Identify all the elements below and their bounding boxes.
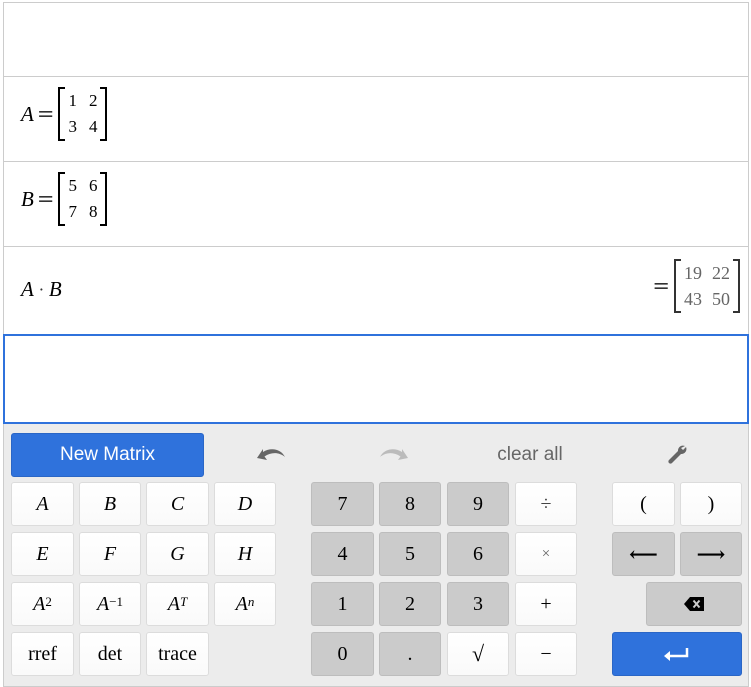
key-close-paren[interactable]: ) [680, 482, 742, 526]
key-9[interactable]: 9 [447, 482, 509, 526]
key-label: A [36, 492, 49, 515]
key-2[interactable]: 2 [379, 582, 441, 626]
active-expression-input[interactable] [3, 334, 749, 424]
expression-row-product[interactable]: A · B = 19 22 43 50 [4, 247, 748, 335]
matrix-cell: 4 [88, 117, 98, 136]
key-open-paren[interactable]: ( [612, 482, 675, 526]
key-label: H [237, 542, 253, 565]
expression-row-a[interactable]: A = 1 2 3 4 [4, 77, 748, 162]
new-matrix-button[interactable]: New Matrix [11, 433, 204, 477]
key-label: A [167, 592, 180, 615]
key-4[interactable]: 4 [311, 532, 374, 576]
redo-icon [380, 449, 408, 460]
key-matrix-f[interactable]: F [79, 532, 141, 576]
key-matrix-a[interactable]: A [11, 482, 74, 526]
matrix-cell: 7 [68, 202, 77, 221]
key-divide[interactable]: ÷ [515, 482, 577, 526]
key-0[interactable]: 0 [311, 632, 374, 676]
key-power-n[interactable]: An [214, 582, 276, 626]
key-times[interactable]: × [515, 532, 577, 576]
key-enter[interactable] [612, 632, 742, 676]
key-3[interactable]: 3 [447, 582, 509, 626]
matrix-cell: 5 [68, 176, 77, 195]
key-matrix-g[interactable]: G [146, 532, 209, 576]
clear-all-button[interactable]: clear all [484, 438, 576, 472]
arrow-right-icon: ⟶ [696, 543, 726, 566]
key-transpose[interactable]: AT [146, 582, 209, 626]
key-label: A [235, 592, 248, 615]
key-label: C [170, 492, 185, 515]
key-label: E [36, 542, 49, 565]
matrix-cell: 6 [88, 176, 98, 195]
key-rref[interactable]: rref [11, 632, 74, 676]
key-square[interactable]: A2 [11, 582, 74, 626]
wrench-icon [668, 445, 687, 464]
result-equals: = [652, 274, 670, 298]
key-label: A [96, 592, 110, 615]
key-5[interactable]: 5 [379, 532, 441, 576]
key-sqrt[interactable]: √ [447, 632, 509, 676]
matrix-cell: 19 [684, 263, 702, 283]
key-label: B [103, 492, 117, 515]
key-6[interactable]: 6 [447, 532, 509, 576]
matrix-cell: 1 [68, 91, 77, 110]
matrix-name: B [21, 186, 34, 211]
operand-left: A [21, 277, 34, 301]
key-superscript: 2 [45, 594, 52, 609]
backspace-icon [684, 597, 704, 611]
key-label: F [103, 542, 117, 565]
key-matrix-e[interactable]: E [11, 532, 74, 576]
key-det[interactable]: det [79, 632, 141, 676]
key-matrix-d[interactable]: D [214, 482, 276, 526]
key-inverse[interactable]: A −1 [79, 582, 141, 626]
matrix-cell: 22 [712, 263, 730, 283]
key-plus[interactable]: + [515, 582, 577, 626]
matrix-name: A [21, 101, 34, 126]
settings-button[interactable] [659, 436, 695, 472]
operand-right: B [48, 277, 62, 301]
undo-button[interactable] [249, 436, 293, 474]
matrix-cell: 8 [88, 202, 98, 221]
key-trace[interactable]: trace [146, 632, 209, 676]
key-matrix-b[interactable]: B [79, 482, 141, 526]
redo-button[interactable] [372, 436, 416, 474]
result-matrix: 19 22 43 50 [674, 259, 740, 313]
matrix-cell: 3 [68, 117, 77, 136]
key-minus[interactable]: − [515, 632, 577, 676]
expression-row-b[interactable]: B = 5 6 7 8 [4, 162, 748, 247]
key-cursor-left[interactable]: ⟵ [612, 532, 675, 576]
key-matrix-c[interactable]: C [146, 482, 209, 526]
key-matrix-h[interactable]: H [214, 532, 276, 576]
matrix-cell: 50 [712, 289, 730, 309]
key-decimal[interactable]: . [379, 632, 441, 676]
keypad: New Matrix clear all A B C D E F G H A2 … [3, 424, 749, 687]
dot-operator: · [38, 280, 44, 299]
key-label: D [237, 492, 253, 515]
matrix-cell: 43 [684, 289, 702, 309]
key-backspace[interactable] [646, 582, 742, 626]
expression-row-empty[interactable] [4, 3, 748, 77]
matrix-cell: 2 [88, 91, 98, 110]
key-7[interactable]: 7 [311, 482, 374, 526]
key-superscript: n [247, 594, 255, 609]
key-superscript: T [179, 594, 188, 609]
matrix-a: 1 2 3 4 [58, 87, 108, 141]
key-1[interactable]: 1 [311, 582, 374, 626]
matrix-b: 5 6 7 8 [58, 172, 108, 226]
undo-icon [257, 449, 285, 460]
key-8[interactable]: 8 [379, 482, 441, 526]
enter-icon [664, 648, 689, 661]
equals-sign: = [36, 102, 55, 126]
key-cursor-right[interactable]: ⟶ [680, 532, 742, 576]
equals-sign: = [36, 187, 55, 211]
key-label: A [33, 592, 46, 615]
arrow-left-icon: ⟵ [629, 543, 658, 566]
key-label: G [170, 542, 185, 565]
key-superscript: −1 [109, 594, 124, 609]
